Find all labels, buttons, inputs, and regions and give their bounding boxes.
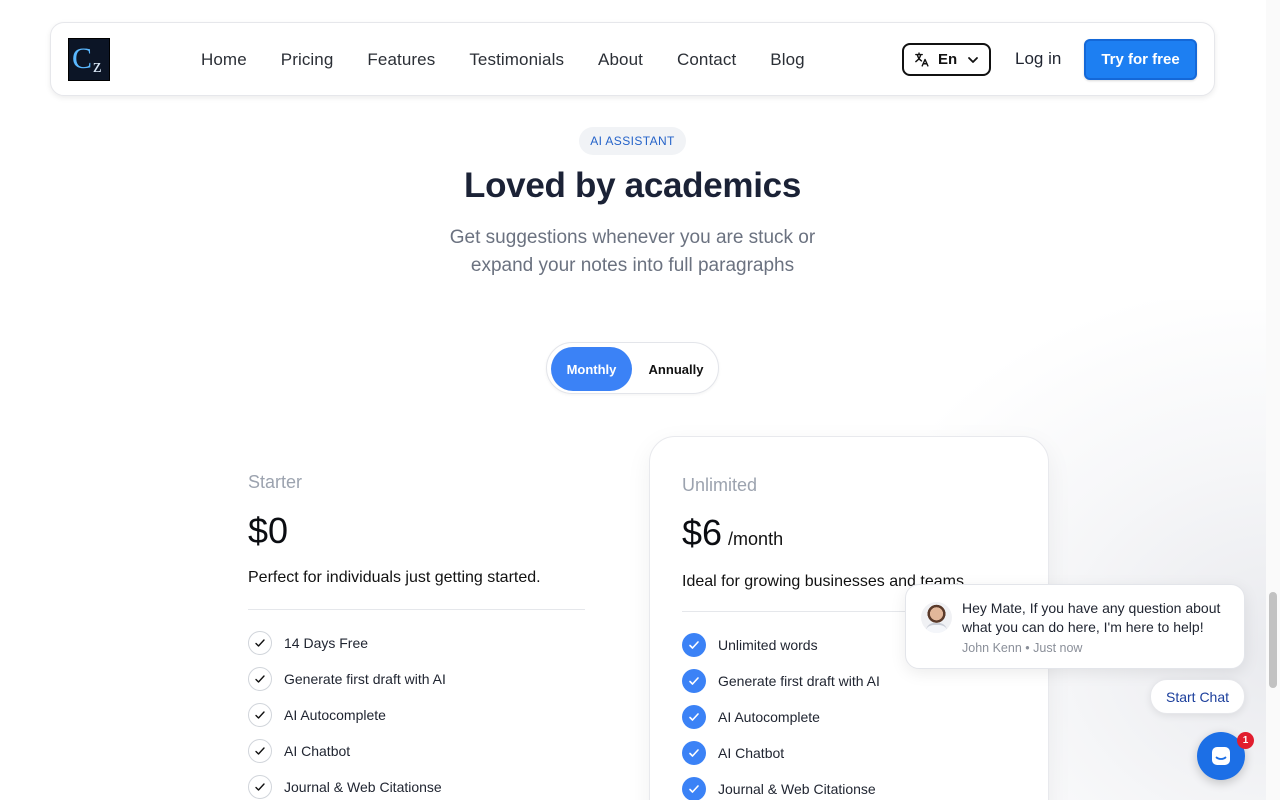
divider <box>248 609 585 610</box>
translate-icon <box>915 52 929 67</box>
chat-time: Just now <box>1033 641 1083 655</box>
chevron-down-icon <box>968 56 979 63</box>
feature-label: AI Chatbot <box>718 745 785 761</box>
feature-item: Journal & Web Citationse <box>248 769 585 800</box>
language-label: En <box>938 51 958 68</box>
feature-item: Generate first draft with AI <box>248 661 585 697</box>
plan-name: Starter <box>248 472 303 492</box>
plan-period: /month <box>728 529 784 549</box>
plan-name: Unlimited <box>682 475 758 495</box>
billing-toggle: Monthly Annually <box>546 342 719 394</box>
check-icon <box>682 777 706 800</box>
check-icon <box>248 739 272 763</box>
meta-separator: • <box>1025 641 1034 655</box>
price-row: $6 /month <box>682 512 1022 556</box>
nav-link-home[interactable]: Home <box>201 50 247 70</box>
check-icon <box>682 741 706 765</box>
feature-label: Journal & Web Citationse <box>718 781 876 797</box>
try-for-free-button[interactable]: Try for free <box>1084 39 1197 80</box>
feature-label: Generate first draft with AI <box>284 671 446 687</box>
feature-item: AI Autocomplete <box>682 699 1022 735</box>
feature-label: AI Autocomplete <box>718 709 820 725</box>
monthly-option[interactable]: Monthly <box>551 347 632 391</box>
annually-option[interactable]: Annually <box>637 347 715 391</box>
feature-item: AI Chatbot <box>682 735 1022 771</box>
nav-link-features[interactable]: Features <box>367 50 435 70</box>
section-title: Loved by academics <box>464 166 801 205</box>
feature-label: Generate first draft with AI <box>718 673 880 689</box>
nav-link-pricing[interactable]: Pricing <box>281 50 334 70</box>
check-icon <box>682 669 706 693</box>
feature-item: AI Autocomplete <box>248 697 585 733</box>
chat-message-popup[interactable]: Hey Mate, If you have any question about… <box>905 584 1245 669</box>
check-icon <box>248 631 272 655</box>
feature-item: AI Chatbot <box>248 733 585 769</box>
plan-description: Perfect for individuals just getting sta… <box>248 569 541 586</box>
price-row: $0 <box>248 510 585 554</box>
section-subtitle: Get suggestions whenever you are stuck o… <box>432 224 833 280</box>
feature-label: Journal & Web Citationse <box>284 779 442 795</box>
login-link[interactable]: Log in <box>1015 49 1061 69</box>
logo-letter-z: z <box>93 56 102 77</box>
scrollbar-thumb[interactable] <box>1269 592 1277 688</box>
check-icon <box>248 667 272 691</box>
chat-message-text: Hey Mate, If you have any question about… <box>962 600 1221 635</box>
plan-price: $0 <box>248 510 289 551</box>
feature-label: 14 Days Free <box>284 635 369 651</box>
logo-letter-c: C <box>72 42 93 75</box>
feature-list: 14 Days Free Generate first draft with A… <box>248 625 585 800</box>
nav-link-about[interactable]: About <box>598 50 643 70</box>
check-icon <box>682 633 706 657</box>
agent-avatar <box>921 602 952 633</box>
start-chat-button[interactable]: Start Chat <box>1150 679 1245 714</box>
check-icon <box>682 705 706 729</box>
subtitle-line-1: Get suggestions whenever you are stuck o… <box>449 227 816 248</box>
nav-link-blog[interactable]: Blog <box>770 50 804 70</box>
main-nav: Home Pricing Features Testimonials About… <box>201 23 839 97</box>
nav-link-contact[interactable]: Contact <box>677 50 736 70</box>
top-navbar: C z Home Pricing Features Testimonials A… <box>50 22 1215 96</box>
feature-label: AI Autocomplete <box>284 707 386 723</box>
check-icon <box>248 775 272 799</box>
language-selector[interactable]: En <box>902 43 991 76</box>
chat-author: John Kenn <box>962 641 1022 655</box>
feature-label: AI Chatbot <box>284 743 351 759</box>
check-icon <box>248 703 272 727</box>
chat-meta: John Kenn • Just now <box>962 641 1082 655</box>
plan-price: $6 <box>682 512 723 553</box>
chat-icon <box>1212 747 1230 765</box>
section-badge: AI ASSISTANT <box>579 127 686 155</box>
nav-link-testimonials[interactable]: Testimonials <box>469 50 564 70</box>
brand-logo[interactable]: C z <box>68 38 110 81</box>
feature-item: Journal & Web Citationse <box>682 771 1022 800</box>
page-scrollbar[interactable] <box>1266 0 1280 800</box>
feature-item: 14 Days Free <box>248 625 585 661</box>
unread-badge: 1 <box>1237 732 1254 749</box>
feature-label: Unlimited words <box>718 637 818 653</box>
subtitle-line-2: expand your notes into full paragraphs <box>470 255 795 276</box>
starter-plan: Starter $0 Perfect for individuals just … <box>248 472 585 800</box>
